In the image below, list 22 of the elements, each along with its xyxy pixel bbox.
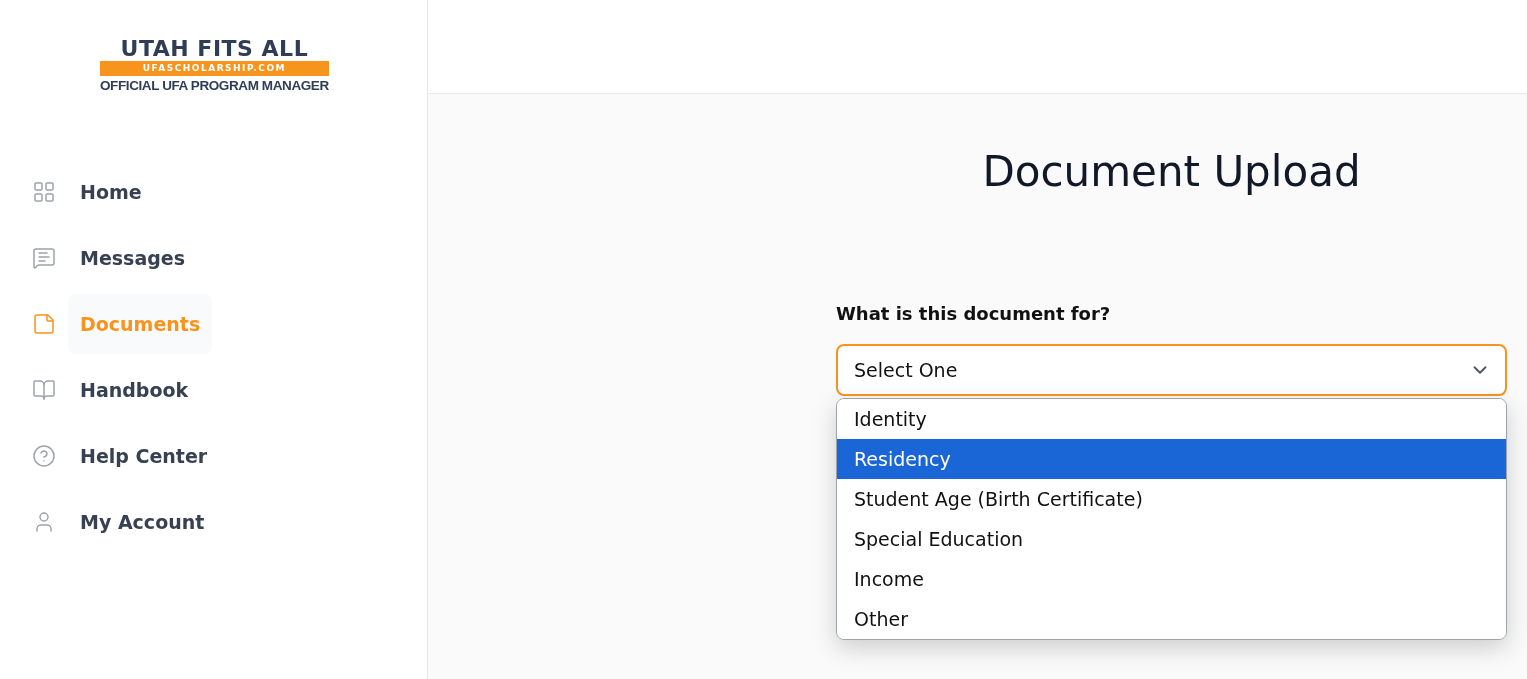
note-icon[interactable] bbox=[32, 312, 56, 336]
logo-title: UTAH FITS ALL bbox=[119, 37, 310, 61]
book-icon[interactable] bbox=[32, 378, 56, 402]
dropdown-option[interactable]: Residency bbox=[837, 439, 1506, 479]
dropdown-option[interactable]: Other bbox=[837, 599, 1506, 639]
sidebar-item[interactable]: Messages bbox=[68, 228, 198, 288]
sidebar-item[interactable]: My Account bbox=[68, 492, 217, 552]
document-type-select[interactable]: Select One bbox=[836, 344, 1507, 396]
logo-website: UFASCHOLARSHIP.COM bbox=[100, 61, 329, 76]
page-title: Document Upload bbox=[981, 146, 1362, 198]
sidebar-item[interactable]: Help Center bbox=[68, 426, 220, 486]
dropdown-option[interactable]: Income bbox=[837, 559, 1506, 599]
sidebar-item[interactable]: Handbook bbox=[68, 360, 201, 420]
logo-tagline: OFFICIAL UFA PROGRAM MANAGER bbox=[100, 77, 329, 95]
help-icon[interactable] bbox=[32, 444, 56, 468]
message-icon[interactable] bbox=[32, 246, 56, 270]
sidebar-item[interactable]: Home bbox=[68, 162, 154, 222]
field-label: What is this document for? bbox=[836, 302, 1112, 326]
grid-icon[interactable] bbox=[32, 180, 56, 204]
dropdown-option[interactable]: Student Age (Birth Certificate) bbox=[837, 479, 1506, 519]
dropdown-option[interactable]: Special Education bbox=[837, 519, 1506, 559]
dropdown-option[interactable]: Identity bbox=[837, 399, 1506, 439]
